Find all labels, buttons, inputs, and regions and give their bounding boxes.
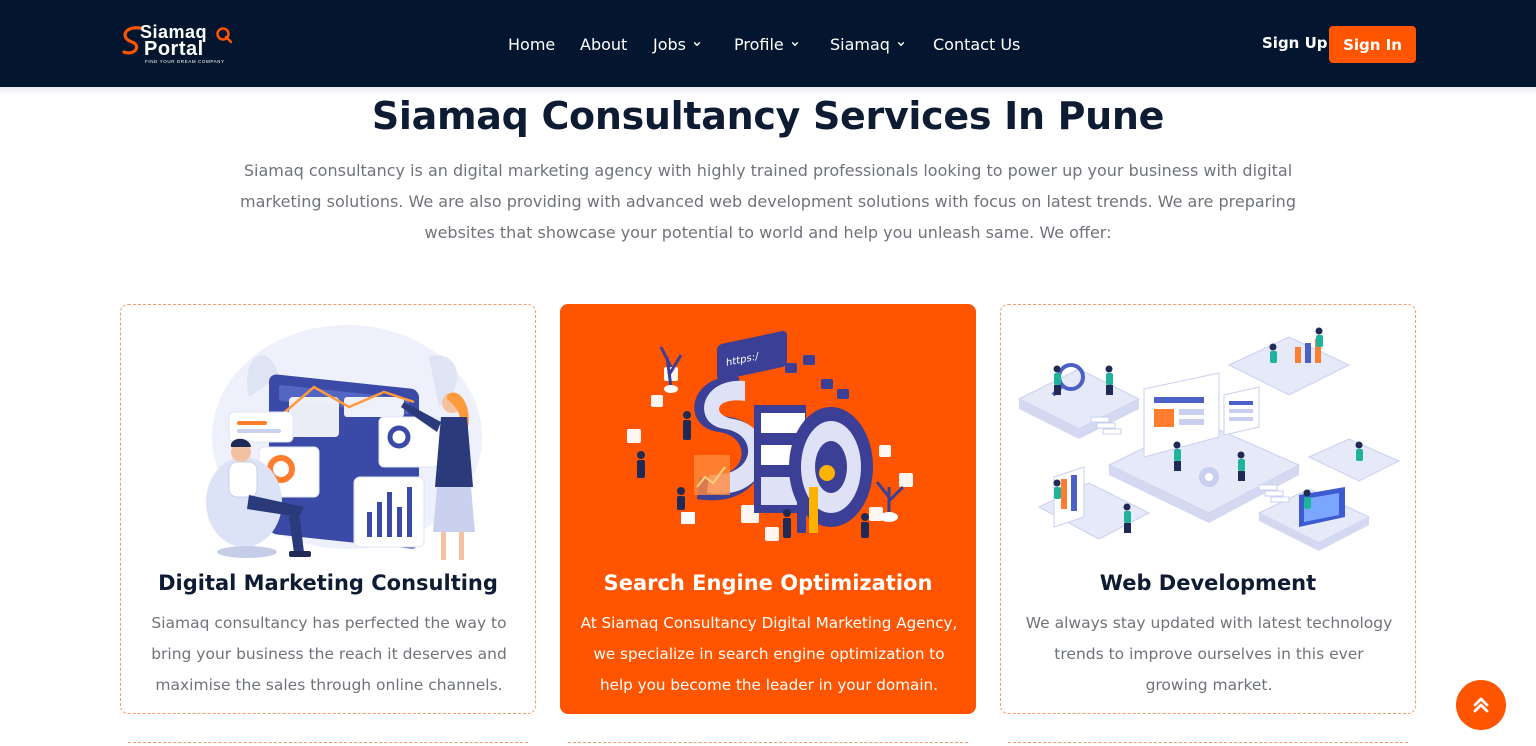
chevron-down-icon bbox=[693, 41, 701, 47]
intro-paragraph: Siamaq consultancy is an digital marketi… bbox=[240, 161, 1296, 242]
sign-up-link[interactable]: Sign Up bbox=[1262, 34, 1328, 52]
chevron-down-icon bbox=[791, 41, 799, 47]
nav-contact-label: Contact Us bbox=[933, 34, 1021, 54]
web-development-illustration bbox=[1017, 327, 1401, 551]
service-description: We always stay updated with latest techn… bbox=[1025, 614, 1393, 694]
nav-about-label: About bbox=[580, 34, 628, 54]
logo-text-portal: Portal bbox=[144, 38, 204, 60]
service-description: Siamaq consultancy has perfected the way… bbox=[151, 614, 507, 694]
nav-contact-link[interactable]: Contact Us bbox=[933, 35, 1020, 54]
service-title: Digital Marketing Consulting bbox=[158, 571, 498, 595]
nav-profile-label: Profile bbox=[734, 34, 784, 54]
logo-tagline: FIND YOUR DREAM COMPANY bbox=[145, 59, 225, 64]
nav-home-label: Home bbox=[508, 34, 556, 54]
page-title: Siamaq Consultancy Services In Pune bbox=[371, 94, 1165, 138]
scroll-to-top-button[interactable] bbox=[1456, 680, 1506, 730]
digital-marketing-illustration bbox=[206, 325, 482, 560]
sign-in-button[interactable]: Sign In bbox=[1329, 26, 1416, 63]
service-card-seo[interactable]: https:/ Search Engine Optimization At Si… bbox=[560, 304, 976, 714]
seo-illustration: https:/ bbox=[627, 331, 913, 541]
nav-jobs-label: Jobs bbox=[653, 34, 686, 54]
next-card-edge bbox=[128, 742, 528, 746]
navbar: Siamaq Portal FIND YOUR DREAM COMPANY Ho… bbox=[0, 0, 1536, 87]
siamaq-portal-logo[interactable]: Siamaq Portal FIND YOUR DREAM COMPANY bbox=[120, 22, 240, 66]
next-card-edge bbox=[1008, 742, 1408, 746]
nav-jobs-dropdown[interactable]: Jobs bbox=[653, 35, 701, 54]
nav-about-link[interactable]: About bbox=[580, 35, 627, 54]
nav-siamaq-dropdown[interactable]: Siamaq bbox=[830, 35, 905, 54]
service-card-web-development[interactable]: Web Development We always stay updated w… bbox=[1000, 304, 1416, 714]
chevron-down-icon bbox=[897, 41, 905, 47]
double-chevron-up-icon bbox=[1473, 697, 1489, 713]
next-card-edge bbox=[568, 742, 968, 746]
service-title: Web Development bbox=[1099, 571, 1317, 595]
nav-profile-dropdown[interactable]: Profile bbox=[734, 35, 799, 54]
service-card-digital-marketing[interactable]: Digital Marketing Consulting Siamaq cons… bbox=[120, 304, 536, 714]
nav-home-link[interactable]: Home bbox=[508, 35, 555, 54]
service-title: Search Engine Optimization bbox=[603, 571, 933, 595]
service-description: At Siamaq Consultancy Digital Marketing … bbox=[580, 614, 958, 694]
nav-siamaq-label: Siamaq bbox=[830, 34, 890, 54]
